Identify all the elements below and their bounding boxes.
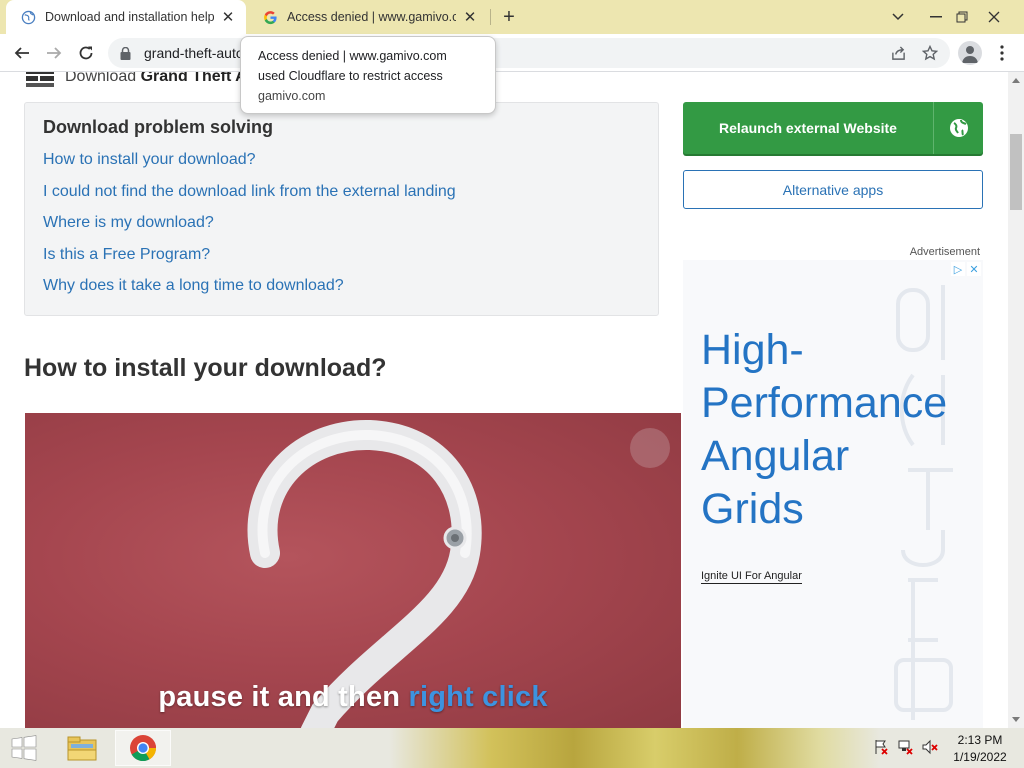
globe-icon: [20, 9, 36, 25]
url-text: grand-theft-auto-: [144, 45, 249, 61]
tab-hover-tooltip: Access denied | www.gamivo.com used Clou…: [240, 36, 496, 114]
relaunch-website-button[interactable]: Relaunch external Website: [683, 102, 983, 154]
adchoices-icon[interactable]: ▷: [951, 262, 965, 276]
link-how-to-install[interactable]: How to install your download?: [43, 151, 456, 183]
google-icon: [262, 9, 278, 25]
tab-gamivo[interactable]: Access denied | www.gamivo.com ✕: [248, 0, 488, 34]
reload-icon[interactable]: [72, 39, 100, 67]
page-content: Download Grand Theft A Download problem …: [0, 72, 1008, 728]
forward-icon[interactable]: [40, 39, 68, 67]
link-could-not-find[interactable]: I could not find the download link from …: [43, 183, 456, 215]
close-icon[interactable]: ✕: [220, 9, 236, 26]
windows-start-icon[interactable]: [4, 732, 44, 764]
new-tab-button[interactable]: +: [498, 6, 520, 28]
scrollbar-thumb[interactable]: [1010, 134, 1022, 210]
volume-muted-icon[interactable]: [921, 738, 939, 756]
download-problem-box: Download problem solving How to install …: [24, 102, 659, 316]
scroll-down-icon[interactable]: [1012, 717, 1020, 722]
action-center-icon[interactable]: [872, 738, 890, 756]
alternative-apps-button[interactable]: Alternative apps: [683, 170, 983, 209]
ad-controls: ▷ ✕: [951, 262, 981, 276]
page-scrollbar[interactable]: [1008, 72, 1024, 728]
menu-icon[interactable]: [992, 41, 1012, 65]
ad-headline-line: Performance: [701, 379, 948, 427]
profile-icon[interactable]: [958, 41, 982, 65]
breadcrumb-title[interactable]: Grand Theft A: [141, 72, 247, 86]
clock-time: 2:13 PM: [957, 733, 1003, 747]
breadcrumb: Download Grand Theft A: [24, 72, 247, 88]
chrome-icon[interactable]: [115, 730, 171, 766]
close-icon[interactable]: [972, 0, 1016, 34]
ad-headline-line: High-: [701, 326, 804, 374]
breadcrumb-prefix: Download: [65, 72, 141, 85]
tab-strip: Download and installation help ✕ Access …: [0, 0, 1024, 34]
video-caption: pause it and then right click: [25, 681, 681, 714]
link-where-is-download[interactable]: Where is my download?: [43, 214, 456, 246]
tab-title: Access denied | www.gamivo.com: [287, 10, 456, 24]
ad-headline-line: Angular: [701, 432, 850, 480]
close-icon[interactable]: ✕: [967, 262, 981, 276]
advertisement-banner[interactable]: ▷ ✕ High- Performance Angular Grids Igni…: [683, 260, 983, 728]
share-icon[interactable]: [886, 41, 910, 65]
address-bar[interactable]: grand-theft-auto-: [108, 38, 950, 68]
game-logo: [24, 72, 56, 88]
relaunch-label: Relaunch external Website: [719, 120, 897, 136]
tab-download-help[interactable]: Download and installation help ✕: [6, 0, 246, 34]
problem-links: How to install your download? I could no…: [43, 151, 456, 309]
section-title: How to install your download?: [24, 354, 387, 382]
ad-headline-line: Grids: [701, 485, 804, 533]
star-icon[interactable]: [918, 41, 942, 65]
tooltip-domain: gamivo.com: [258, 89, 326, 103]
tooltip-line1: Access denied | www.gamivo.com: [258, 49, 447, 63]
windows-taskbar: 2:13 PM 1/19/2022: [0, 728, 1024, 768]
lock-icon[interactable]: [120, 46, 134, 60]
link-long-time[interactable]: Why does it take a long time to download…: [43, 277, 456, 309]
tooltip-line2: used Cloudflare to restrict access: [258, 69, 443, 83]
back-icon[interactable]: [8, 39, 36, 67]
file-explorer-icon[interactable]: [54, 730, 110, 766]
close-icon[interactable]: ✕: [462, 9, 478, 26]
advertisement-label: Advertisement: [909, 246, 980, 258]
tab-title: Download and installation help: [45, 10, 214, 24]
caption-highlight: right click: [408, 681, 548, 713]
tab-separator: [490, 9, 491, 25]
ad-headline[interactable]: High- Performance Angular Grids: [701, 324, 947, 536]
globe-icon: [933, 102, 983, 154]
caption-text: pause it and then: [158, 681, 409, 713]
tutorial-video[interactable]: pause it and then right click: [25, 413, 681, 728]
clock-date: 1/19/2022: [953, 750, 1007, 764]
ad-cta-link[interactable]: Ignite UI For Angular: [701, 570, 802, 584]
network-icon[interactable]: [897, 738, 915, 756]
link-free-program[interactable]: Is this a Free Program?: [43, 246, 456, 278]
problem-box-title: Download problem solving: [43, 117, 274, 137]
system-clock[interactable]: 2:13 PM 1/19/2022: [944, 732, 1016, 766]
browser-toolbar: grand-theft-auto-: [0, 34, 1024, 72]
scroll-up-icon[interactable]: [1012, 78, 1020, 83]
